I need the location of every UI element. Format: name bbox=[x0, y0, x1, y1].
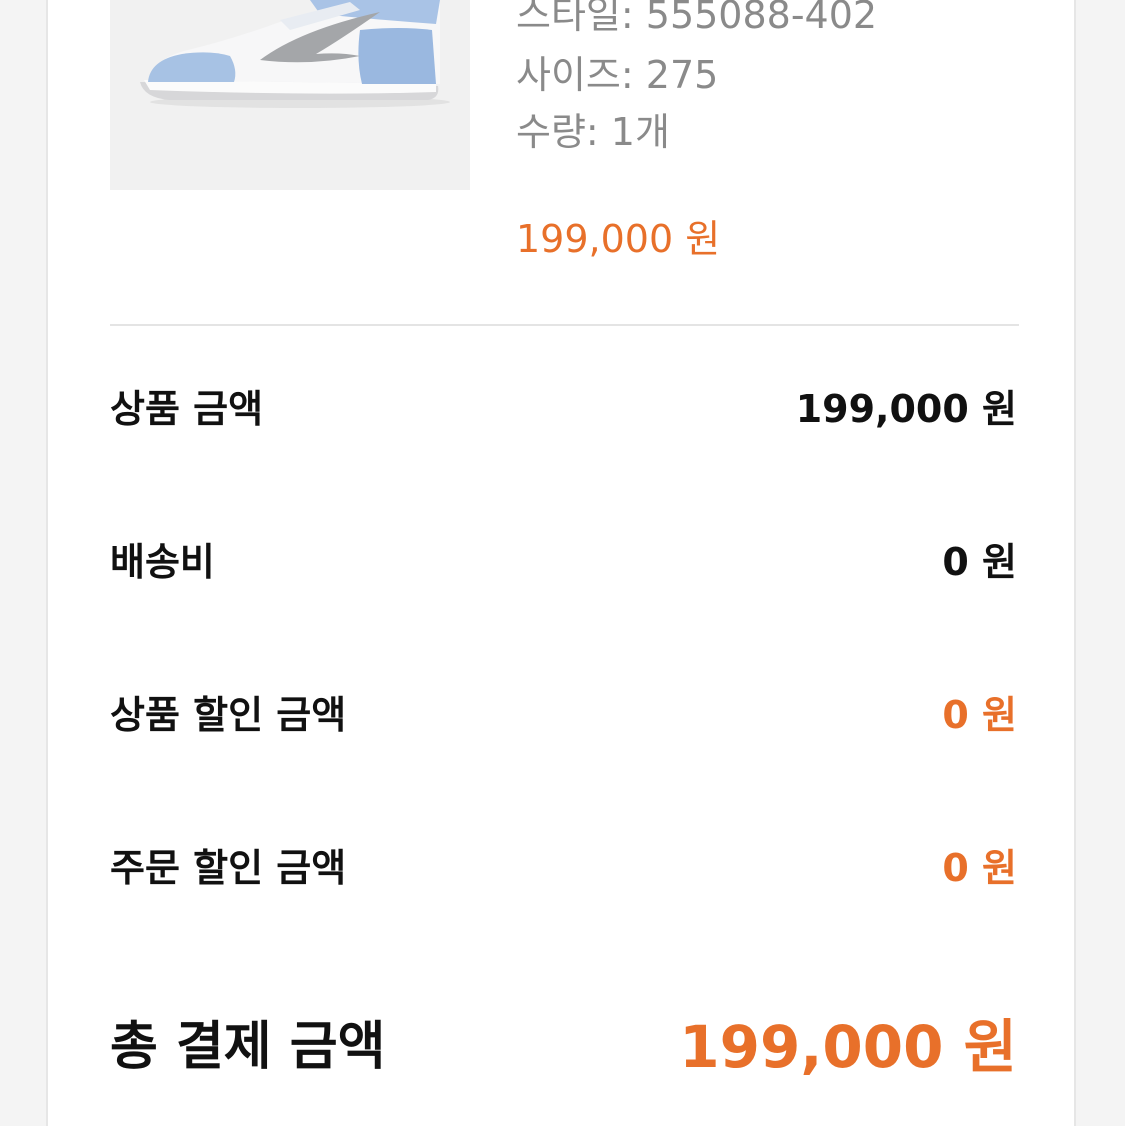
product-size: 사이즈: 275 bbox=[516, 53, 719, 97]
total-payment-value: 199,000 원 bbox=[679, 1013, 1017, 1081]
summary-row-value: 0 원 bbox=[942, 693, 1017, 737]
sneaker-image bbox=[110, 0, 470, 190]
summary-row-order-discount: 주문 할인 금액 0 원 bbox=[110, 843, 1017, 893]
summary-row-label: 주문 할인 금액 bbox=[110, 846, 347, 890]
summary-row-label: 상품 금액 bbox=[110, 387, 264, 431]
summary-row-value: 199,000 원 bbox=[795, 387, 1017, 431]
summary-row-label: 상품 할인 금액 bbox=[110, 693, 347, 737]
total-payment-row: 총 결제 금액 199,000 원 bbox=[110, 1012, 1017, 1082]
total-payment-label: 총 결제 금액 bbox=[110, 1017, 386, 1077]
product-style: 스타일: 555088-402 bbox=[516, 0, 878, 37]
summary-row-value: 0 원 bbox=[942, 846, 1017, 890]
summary-row-shipping-fee: 배송비 0 원 bbox=[110, 537, 1017, 587]
section-divider bbox=[110, 324, 1019, 326]
product-quantity: 수량: 1개 bbox=[516, 110, 670, 154]
product-image[interactable] bbox=[110, 0, 470, 190]
summary-row-product-amount: 상품 금액 199,000 원 bbox=[110, 384, 1017, 434]
summary-row-product-discount: 상품 할인 금액 0 원 bbox=[110, 690, 1017, 740]
summary-row-label: 배송비 bbox=[110, 540, 215, 584]
summary-row-value: 0 원 bbox=[942, 540, 1017, 584]
product-price: 199,000 원 bbox=[516, 217, 721, 261]
order-summary-card: 스타일: 555088-402 사이즈: 275 수량: 1개 199,000 … bbox=[46, 0, 1076, 1126]
